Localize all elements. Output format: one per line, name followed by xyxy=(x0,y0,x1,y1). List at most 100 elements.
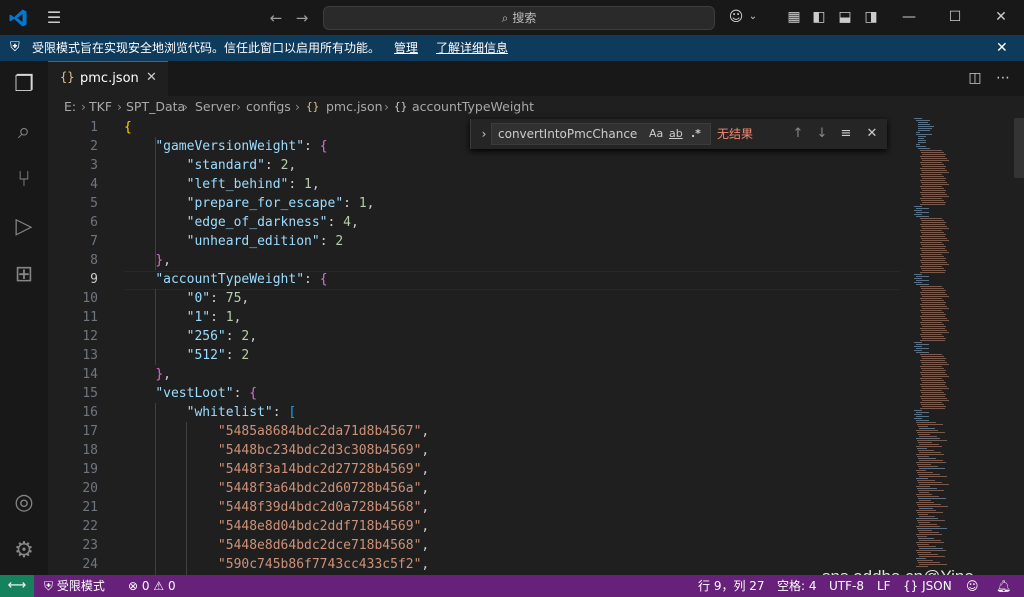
copilot-status-icon[interactable]: ☺ xyxy=(966,575,979,597)
minimap-row xyxy=(922,202,946,203)
minimap-row xyxy=(919,468,945,469)
minimap-row xyxy=(922,234,946,235)
hamburger-menu-icon[interactable]: ☰ xyxy=(44,9,64,27)
accounts-icon[interactable]: ◎ xyxy=(10,489,38,517)
minimap-row xyxy=(917,456,929,457)
vertical-scrollbar[interactable] xyxy=(1014,118,1024,575)
minimap-row xyxy=(917,520,945,521)
code-line: "vestLoot": { xyxy=(155,386,258,401)
code-editor[interactable]: 1 2 3 4 5 6 7 8 9 10 11 12 13 14 15 16 1… xyxy=(48,118,1024,575)
minimap-row xyxy=(922,394,946,395)
minimize-window-button[interactable]: — xyxy=(894,6,924,28)
toggle-panel-icon[interactable]: ⬓ xyxy=(836,8,854,26)
minimap-row xyxy=(918,148,930,149)
next-match-arrow-down-icon[interactable]: ↓ xyxy=(813,125,831,143)
command-center-search[interactable]: ⌕ 搜索 xyxy=(323,6,715,30)
extensions-icon[interactable]: ⊞ xyxy=(10,261,38,289)
banner-close-icon[interactable]: ✕ xyxy=(996,35,1008,61)
previous-match-arrow-up-icon[interactable]: ↑ xyxy=(789,125,807,143)
minimap-row xyxy=(919,452,941,453)
minimap-row xyxy=(917,560,933,561)
minimap[interactable] xyxy=(904,118,1014,575)
minimap-row xyxy=(916,470,926,471)
source-control-icon[interactable]: ⑂ xyxy=(10,166,38,194)
minimap-row xyxy=(919,508,933,509)
warning-count: 0 xyxy=(167,579,176,593)
minimap-row xyxy=(918,466,938,467)
minimap-row xyxy=(921,404,944,405)
code-line: "5448f3a14bdc2d27728b4569", xyxy=(217,462,430,477)
use-regex-toggle[interactable]: .* xyxy=(691,126,701,142)
eol-status[interactable]: LF xyxy=(877,575,891,597)
breadcrumb-server[interactable]: Server xyxy=(195,96,236,118)
error-count: 0 xyxy=(141,579,150,593)
more-actions-icon[interactable]: ⋯ xyxy=(994,69,1012,87)
back-arrow-icon[interactable]: ← xyxy=(266,8,286,28)
code-line: "edge_of_darkness": 4, xyxy=(186,215,359,230)
close-find-widget-icon[interactable]: ✕ xyxy=(863,125,881,143)
minimap-row xyxy=(920,304,945,305)
breadcrumb-symbol[interactable]: accountTypeWeight xyxy=(412,96,534,118)
minimap-row xyxy=(922,196,949,197)
copilot-icon[interactable]: ☺ xyxy=(727,8,745,26)
customize-layout-icon[interactable]: ▦ xyxy=(785,8,803,26)
breadcrumb-spt-data[interactable]: SPT_Data xyxy=(126,96,185,118)
minimap-row xyxy=(919,564,947,565)
language-mode[interactable]: {} JSON xyxy=(903,575,952,597)
maximize-window-button[interactable]: ☐ xyxy=(940,6,970,28)
minimap-row xyxy=(916,352,929,353)
minimap-row xyxy=(922,290,946,291)
minimap-row xyxy=(917,488,937,489)
manage-link[interactable]: 管理 xyxy=(394,35,418,61)
learn-more-link[interactable]: 了解详细信息 xyxy=(436,35,508,61)
minimap-row xyxy=(922,154,946,155)
explorer-icon[interactable]: ❐ xyxy=(10,71,38,99)
split-editor-icon[interactable]: ◫ xyxy=(966,69,984,87)
minimap-row xyxy=(914,214,922,215)
forward-arrow-icon[interactable]: → xyxy=(292,8,312,28)
breadcrumb-drive[interactable]: E: xyxy=(64,96,76,118)
problems-status[interactable]: ⊗ 0 ⚠ 0 xyxy=(128,575,176,597)
close-window-button[interactable]: ✕ xyxy=(986,6,1016,28)
match-case-toggle[interactable]: Aa xyxy=(649,126,663,142)
line-number: 16 xyxy=(82,405,98,420)
search-view-icon[interactable]: ⌕ xyxy=(10,118,38,146)
tab-pmc-json[interactable]: {} pmc.json ✕ xyxy=(48,61,168,96)
breadcrumb-tkf[interactable]: TKF xyxy=(89,96,112,118)
run-and-debug-icon[interactable]: ▷ xyxy=(10,213,38,241)
toggle-secondary-sidebar-icon[interactable]: ◨ xyxy=(862,8,880,26)
tab-close-icon[interactable]: ✕ xyxy=(146,70,157,85)
minimap-row xyxy=(920,236,945,237)
manage-gear-icon[interactable]: ⚙ xyxy=(10,537,38,565)
line-number: 5 xyxy=(90,196,98,211)
line-number: 12 xyxy=(82,329,98,344)
toggle-primary-sidebar-icon[interactable]: ◧ xyxy=(810,8,828,26)
minimap-row xyxy=(922,270,946,271)
restricted-mode-status[interactable]: ⛨ 受限模式 xyxy=(44,575,105,597)
minimap-row xyxy=(920,150,942,151)
minimap-row xyxy=(914,342,922,343)
minimap-row xyxy=(922,314,946,315)
match-whole-word-toggle[interactable]: ab xyxy=(669,126,683,142)
breadcrumb-file[interactable]: pmc.json xyxy=(326,96,383,118)
minimap-row xyxy=(921,386,947,387)
scrollbar-thumb[interactable] xyxy=(1014,118,1024,178)
breadcrumb-configs[interactable]: configs xyxy=(246,96,291,118)
find-in-selection-icon[interactable]: ≡ xyxy=(837,125,855,143)
minimap-row xyxy=(916,502,934,503)
copilot-chevron-down-icon[interactable]: ⌄ xyxy=(744,8,762,26)
line-number: 11 xyxy=(82,310,98,325)
minimap-row xyxy=(919,556,945,557)
minimap-row xyxy=(918,458,936,459)
encoding-status[interactable]: UTF-8 xyxy=(829,575,864,597)
cursor-position[interactable]: 行 9，列 27 xyxy=(698,575,765,597)
notifications-bell-icon[interactable]: 🔔︎ xyxy=(996,575,1011,597)
indentation-status[interactable]: 空格: 4 xyxy=(777,575,817,597)
remote-indicator-icon[interactable]: ⟷ xyxy=(0,575,34,597)
minimap-row xyxy=(921,220,944,221)
minimap-row xyxy=(916,422,936,423)
toggle-replace-chevron-icon[interactable]: › xyxy=(477,125,491,143)
minimap-row xyxy=(920,224,945,225)
minimap-row xyxy=(916,144,920,145)
minimap-row xyxy=(916,344,929,345)
